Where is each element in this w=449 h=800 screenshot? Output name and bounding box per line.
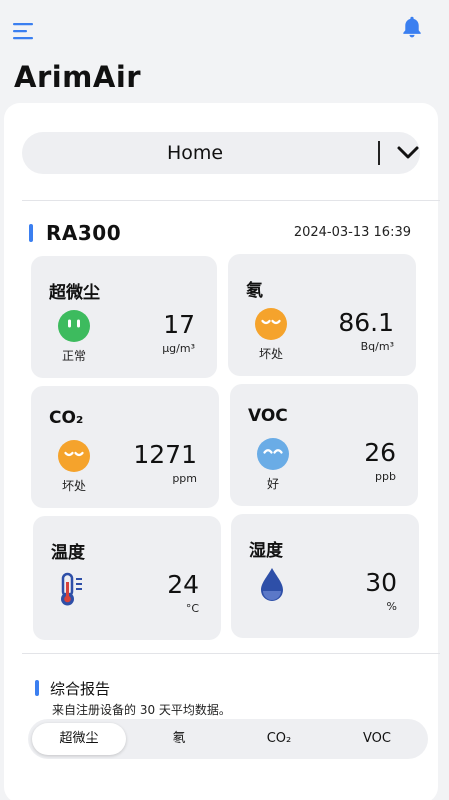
location-selector-label: Home [166,142,224,164]
metric-status: 坏处 [258,347,283,361]
metric-value: 26 [364,438,396,467]
metric-label: 超微尘 [49,283,100,303]
app-title: ArimAir [14,60,142,94]
section-accent-bar [29,224,33,242]
metric-card-co2[interactable]: CO₂ 坏处 1271 ppm [31,386,219,508]
metric-card-radon[interactable]: 氡 坏处 86.1 Bq/m³ [228,254,416,376]
device-datetime: 2024-03-13 16:39 [293,225,411,240]
report-title: 综合报告 [50,680,111,698]
report-accent-bar [35,680,39,696]
metric-value: 30 [365,568,397,597]
divider [22,653,440,654]
metric-unit: Bq/m³ [360,340,394,353]
metric-value: 1271 [133,440,197,469]
metric-card-temperature[interactable]: 温度 24 °C [33,516,221,640]
report-subtitle: 来自注册设备的 30 天平均数据。 [52,703,231,717]
divider [22,200,440,201]
metric-status: 坏处 [61,479,86,493]
metric-unit: ppm [172,472,197,485]
tab-co2[interactable]: CO₂ [232,723,326,755]
metric-value: 24 [167,570,199,599]
metric-value: 86.1 [338,308,394,337]
selector-divider [378,141,380,165]
thermometer-icon [61,572,82,606]
metric-card-voc[interactable]: VOC 好 26 ppb [230,384,418,506]
device-name: RA300 [46,221,122,245]
metric-unit: °C [185,602,199,615]
metric-status: 正常 [61,349,86,363]
metric-unit: % [386,600,397,613]
metric-label: 氡 [246,281,263,301]
water-drop-icon [261,568,283,601]
good-face-icon [257,438,289,470]
metric-unit: μg/m³ [162,342,195,355]
metric-label: 湿度 [249,541,283,561]
menu-icon[interactable] [13,22,35,40]
bell-icon[interactable] [399,14,425,40]
tab-ultrafine-dust[interactable]: 超微尘 [32,723,126,755]
chevron-down-icon[interactable] [396,142,420,164]
metric-label: CO₂ [49,408,84,428]
bad-face-icon [58,440,90,472]
metric-status: 好 [266,477,279,491]
report-tabs: 超微尘 氡 CO₂ VOC [28,719,428,759]
metric-label: VOC [248,406,288,426]
metric-card-ultrafine-dust[interactable]: 超微尘 正常 17 μg/m³ [31,256,217,378]
tab-voc[interactable]: VOC [330,723,424,755]
metric-label: 温度 [51,543,85,563]
location-selector[interactable]: Home [22,132,420,174]
bad-face-icon [255,308,287,340]
metric-card-humidity[interactable]: 湿度 30 % [231,514,419,638]
tab-radon[interactable]: 氡 [132,723,226,755]
metric-unit: ppb [375,470,396,483]
top-bar [0,0,449,60]
metric-value: 17 [163,310,195,339]
good-face-icon [58,310,90,342]
